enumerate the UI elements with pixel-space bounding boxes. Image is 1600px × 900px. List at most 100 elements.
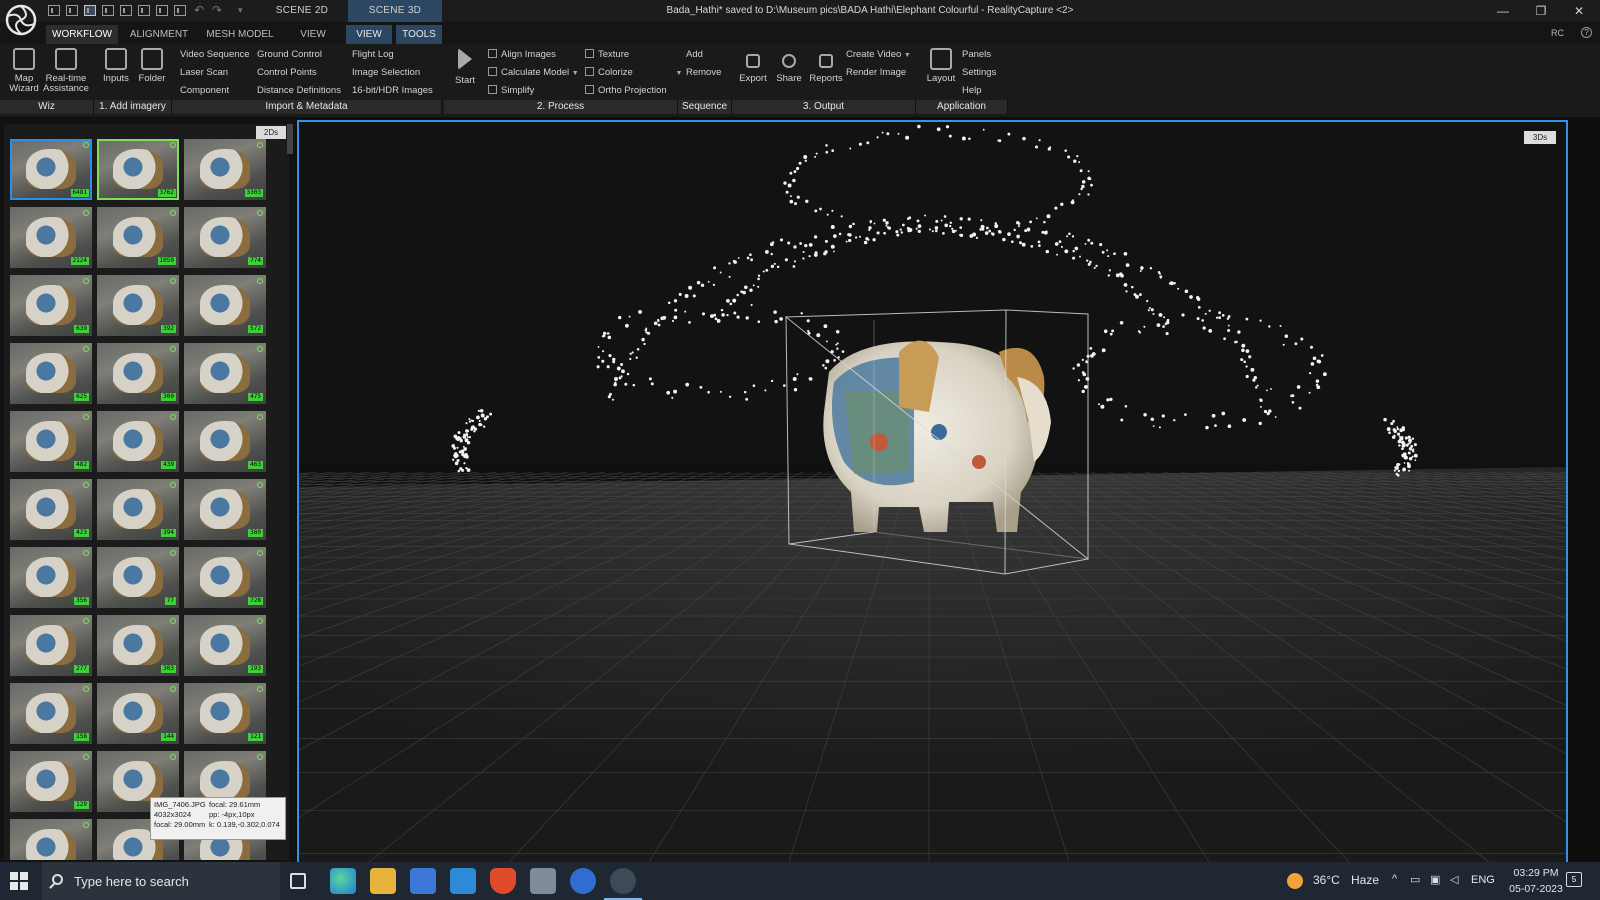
notification-center-icon[interactable]: 5 xyxy=(1566,872,1582,887)
distance-definitions-button[interactable]: Distance Definitions xyxy=(257,85,341,96)
render-image-button[interactable]: Render Image xyxy=(846,67,906,78)
align-images-button[interactable]: Align Images xyxy=(488,49,556,60)
panel-3ds-badge[interactable]: 3Ds xyxy=(1524,131,1556,144)
redo-icon[interactable]: ↷ xyxy=(212,3,222,17)
video-sequence-button[interactable]: Video Sequence xyxy=(180,49,250,60)
image-thumbnail[interactable]: 303 xyxy=(97,615,179,676)
tab-view[interactable]: VIEW xyxy=(290,25,336,44)
image-thumbnail[interactable]: 475 xyxy=(184,343,266,404)
taskbar-search-box[interactable]: Type here to search xyxy=(42,862,280,900)
tab-mesh-model[interactable]: MESH MODEL xyxy=(200,25,280,44)
minimize-button[interactable]: — xyxy=(1484,0,1522,22)
image-thumbnail[interactable]: 380 xyxy=(184,479,266,540)
brave-browser-icon[interactable] xyxy=(490,868,516,894)
tab-alignment[interactable]: ALIGNMENT xyxy=(124,25,194,44)
image-thumbnail[interactable]: 774 xyxy=(184,207,266,268)
temperature[interactable]: 36°C xyxy=(1313,873,1340,887)
help-button[interactable]: Help xyxy=(962,85,982,96)
texture-button[interactable]: Texture xyxy=(585,49,629,60)
image-thumbnail[interactable]: 129 xyxy=(10,751,92,812)
image-thumbnail[interactable]: 639 xyxy=(10,275,92,336)
chevron-down-icon[interactable]: ▼ xyxy=(572,70,579,77)
hdr-images-button[interactable]: 16-bit/HDR Images xyxy=(352,85,433,96)
sequence-add-button[interactable]: Add xyxy=(686,49,703,60)
image-thumbnail[interactable]: 158 xyxy=(10,683,92,744)
ortho-projection-button[interactable]: Ortho Projection xyxy=(585,85,667,96)
image-thumbnail[interactable]: 77 xyxy=(97,547,179,608)
layout-8-icon[interactable] xyxy=(174,5,186,16)
image-thumbnail[interactable]: 728 xyxy=(184,547,266,608)
sequence-remove-button[interactable]: Remove xyxy=(686,67,721,78)
image-thumbnail[interactable]: 2124 xyxy=(10,207,92,268)
settings-button[interactable]: Settings xyxy=(962,67,996,78)
share-button[interactable]: Share xyxy=(772,48,806,84)
microsoft-store-icon[interactable] xyxy=(410,868,436,894)
simplify-button[interactable]: Simplify xyxy=(488,85,534,96)
export-button[interactable]: Export xyxy=(736,48,770,84)
image-thumbnail[interactable]: 625 xyxy=(10,343,92,404)
file-explorer-icon[interactable] xyxy=(370,868,396,894)
image-thumbnail[interactable]: 3303 xyxy=(184,139,266,200)
realitycapture-taskbar-icon[interactable] xyxy=(604,868,642,900)
image-selection-button[interactable]: Image Selection xyxy=(352,67,420,78)
edge-browser-icon[interactable] xyxy=(330,868,356,894)
inputs-button[interactable]: Inputs xyxy=(98,48,134,84)
layout-6-icon[interactable] xyxy=(138,5,150,16)
image-thumbnail[interactable]: 392 xyxy=(97,275,179,336)
image-thumbnail[interactable]: 463 xyxy=(184,411,266,472)
image-thumbnail[interactable]: 300 xyxy=(97,343,179,404)
help-icon[interactable]: ? xyxy=(1581,27,1592,38)
undo-icon[interactable]: ↶ xyxy=(194,3,204,17)
control-points-button[interactable]: Control Points xyxy=(257,67,317,78)
tab-view-scene[interactable]: VIEW xyxy=(346,25,392,44)
volume-icon[interactable]: ◁ xyxy=(1450,873,1458,886)
layout-7-icon[interactable] xyxy=(156,5,168,16)
folder-button[interactable]: Folder xyxy=(134,48,170,84)
image-thumbnail[interactable]: 423 xyxy=(10,479,92,540)
thumbnail-scroll-area[interactable]: 6481 3762 3303 2124 1059 774 639 392 572 625 300 47… xyxy=(4,124,289,860)
layout-5-icon[interactable] xyxy=(120,5,132,16)
meet-now-icon[interactable]: ▭ xyxy=(1410,873,1420,886)
language-indicator[interactable]: ENG xyxy=(1471,874,1495,886)
image-thumbnail[interactable]: 6481 xyxy=(10,139,92,200)
panel-scrollbar[interactable] xyxy=(287,124,293,154)
windows-start-icon[interactable] xyxy=(10,872,28,890)
layout-button[interactable]: Layout xyxy=(924,48,958,84)
panels-button[interactable]: Panels xyxy=(962,49,991,60)
start-button[interactable]: Start xyxy=(450,48,480,86)
image-thumbnail[interactable]: 277 xyxy=(10,615,92,676)
image-thumbnail[interactable]: 3762 xyxy=(97,139,179,200)
layout-2-icon[interactable] xyxy=(66,5,78,16)
elephant-model[interactable] xyxy=(823,340,1051,532)
chevron-down-icon[interactable]: ▼ xyxy=(904,52,911,59)
close-button[interactable]: ✕ xyxy=(1560,0,1598,22)
create-video-button[interactable]: Create Video ▼ xyxy=(846,49,911,60)
chevron-up-icon[interactable]: ^ xyxy=(1392,873,1397,885)
chevron-down-icon[interactable]: ▼ xyxy=(676,70,683,77)
image-thumbnail[interactable]: 144 xyxy=(97,683,179,744)
image-thumbnail[interactable]: 439 xyxy=(97,411,179,472)
reports-button[interactable]: Reports xyxy=(806,48,846,84)
realtime-assistance-button[interactable]: Real-time Assistance xyxy=(42,48,90,94)
image-thumbnail[interactable]: 394 xyxy=(97,479,179,540)
image-thumbnail[interactable]: 193 xyxy=(184,615,266,676)
image-thumbnail[interactable]: 121 xyxy=(184,683,266,744)
image-thumbnail[interactable]: 482 xyxy=(10,411,92,472)
quick-access-dropdown-icon[interactable]: ▾ xyxy=(238,5,243,16)
calculate-model-button[interactable]: Calculate Model ▼ xyxy=(488,67,579,78)
tab-tools[interactable]: TOOLS xyxy=(396,25,442,44)
3d-scene[interactable] xyxy=(299,122,1566,862)
tab-scene-3d[interactable]: SCENE 3D xyxy=(348,0,442,22)
colorize-button[interactable]: Colorize ▼ xyxy=(585,67,682,78)
3d-viewport[interactable]: 3Ds xyxy=(297,120,1568,864)
image-thumbnail[interactable]: 356 xyxy=(10,547,92,608)
restore-button[interactable]: ❐ xyxy=(1522,0,1560,22)
realitycapture-logo-icon[interactable] xyxy=(4,2,38,38)
layout-4-icon[interactable] xyxy=(102,5,114,16)
mail-icon[interactable] xyxy=(450,868,476,894)
people-app-icon[interactable] xyxy=(530,868,556,894)
tab-scene-2d[interactable]: SCENE 2D xyxy=(256,0,348,22)
laser-scan-button[interactable]: Laser Scan xyxy=(180,67,228,78)
weather-icon[interactable] xyxy=(1287,873,1303,889)
network-icon[interactable]: ▣ xyxy=(1430,873,1440,886)
